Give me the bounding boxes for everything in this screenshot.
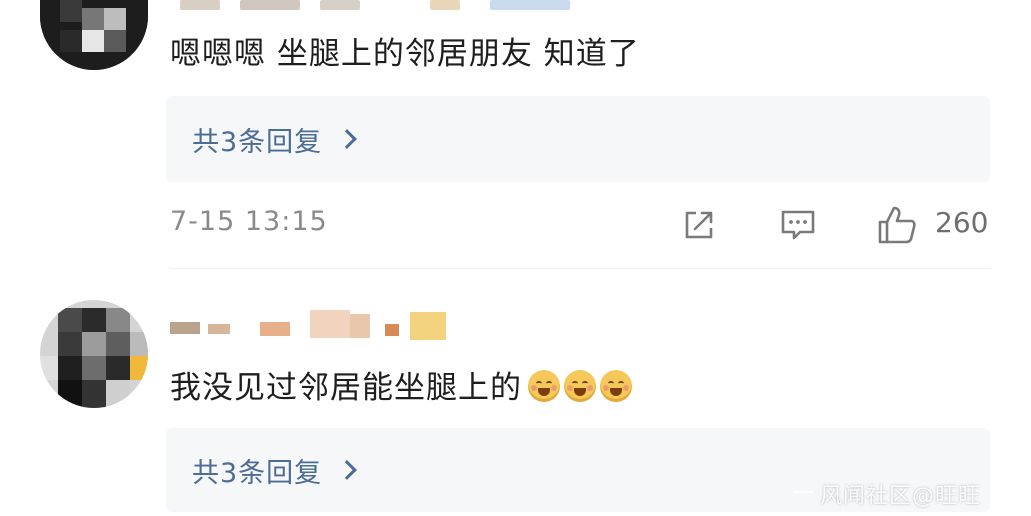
chevron-right-icon <box>337 460 358 480</box>
replies-count-label: 共3条回复 <box>192 126 323 158</box>
avatar[interactable] <box>40 0 148 70</box>
comment-text: 嗯嗯嗯 坐腿上的邻居朋友 知道了 <box>170 36 640 72</box>
scared-face-emoji <box>600 370 632 402</box>
share-icon[interactable] <box>682 208 716 242</box>
comment-timestamp: 7-15 13:15 <box>170 206 328 237</box>
avatar[interactable] <box>40 300 148 408</box>
chevron-right-icon <box>337 129 358 149</box>
comment-text: 我没见过邻居能坐腿上的 <box>170 362 632 407</box>
thumbs-up-icon[interactable] <box>876 204 918 246</box>
blurred-username <box>170 308 460 344</box>
scared-face-emoji <box>528 370 560 402</box>
watermark-dash <box>793 491 813 493</box>
watermark: 风闻社区@旺旺 <box>820 484 982 509</box>
scared-face-emoji <box>564 370 596 402</box>
replies-count-label: 共3条回复 <box>192 457 323 489</box>
comment-icon[interactable] <box>780 208 816 242</box>
comment-text-body: 我没见过邻居能坐腿上的 <box>170 370 522 406</box>
divider <box>170 268 991 269</box>
view-replies-button[interactable]: 共3条回复 <box>166 96 990 182</box>
emoji-group <box>528 370 632 402</box>
blurred-username-top <box>170 0 610 14</box>
like-count: 260 <box>935 206 989 239</box>
